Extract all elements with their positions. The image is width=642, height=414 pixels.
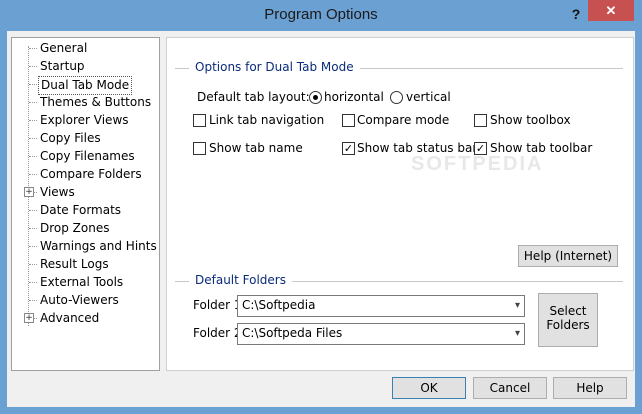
dual-tab-group-title: Options for Dual Tab Mode: [189, 60, 360, 74]
tree-connector: [29, 120, 37, 121]
tree-item[interactable]: External Tools: [38, 274, 125, 291]
select-folders-line-1: Select: [549, 304, 587, 318]
show-tab-name-label[interactable]: Show tab name: [209, 141, 303, 155]
expand-icon[interactable]: +: [24, 187, 34, 197]
vertical-radio-label[interactable]: vertical: [406, 90, 451, 104]
chevron-down-icon[interactable]: ▾: [515, 300, 520, 311]
program-options-window: Program Options ? ✕ General Startup Dual T…: [0, 0, 642, 414]
tree-item[interactable]: Compare Folders: [38, 166, 144, 183]
tree-item[interactable]: Auto-Viewers: [38, 292, 121, 309]
options-tree[interactable]: General Startup Dual Tab Mode Themes & Butt…: [11, 37, 160, 371]
window-title: Program Options: [264, 6, 378, 23]
show-tab-name-checkbox[interactable]: [193, 142, 206, 155]
show-toolbox-label[interactable]: Show toolbox: [490, 113, 571, 127]
chevron-down-icon[interactable]: ▾: [515, 328, 520, 339]
horizontal-radio[interactable]: [309, 91, 322, 104]
tree-item[interactable]: General: [38, 40, 89, 57]
vertical-radio[interactable]: [390, 91, 403, 104]
tree-connector: [29, 264, 37, 265]
tree-item[interactable]: Copy Files: [38, 130, 103, 147]
folder-2-combobox[interactable]: C:\Softpeda Files ▾: [237, 323, 525, 345]
tree-connector: [29, 228, 37, 229]
tree-connector: [29, 66, 37, 67]
show-tab-status-bar-checkbox[interactable]: ✓: [342, 142, 355, 155]
folder-1-value: C:\Softpedia: [242, 298, 316, 312]
link-tab-navigation-checkbox[interactable]: [193, 114, 206, 127]
help-icon[interactable]: ?: [566, 4, 586, 24]
window-frame-left: [0, 31, 7, 414]
tree-item[interactable]: Drop Zones: [38, 220, 112, 237]
tree-connector: [29, 300, 37, 301]
horizontal-radio-label[interactable]: horizontal: [324, 90, 384, 104]
tree-item[interactable]: Views: [38, 184, 77, 201]
close-icon[interactable]: ✕: [588, 0, 634, 21]
window-frame-bottom: [0, 407, 642, 414]
options-panel: Options for Dual Tab Mode Default tab la…: [166, 37, 634, 371]
tree-item[interactable]: Copy Filenames: [38, 148, 137, 165]
tree-connector: [29, 156, 37, 157]
tree-connector: [29, 48, 37, 49]
title-bar[interactable]: Program Options ? ✕: [0, 0, 642, 31]
select-folders-button[interactable]: Select Folders: [538, 293, 598, 347]
folder-1-combobox[interactable]: C:\Softpedia ▾: [237, 295, 525, 317]
tree-item[interactable]: Explorer Views: [38, 112, 131, 129]
select-folders-line-2: Folders: [546, 318, 590, 332]
compare-mode-label[interactable]: Compare mode: [357, 113, 449, 127]
layout-label: Default tab layout:: [197, 90, 310, 104]
help-internet-button[interactable]: Help (Internet): [518, 245, 618, 267]
tree-connector: [29, 246, 37, 247]
tree-item[interactable]: Startup: [38, 58, 87, 75]
folder-2-value: C:\Softpeda Files: [242, 326, 343, 340]
ok-button[interactable]: OK: [392, 377, 466, 399]
tree-connector-line: [28, 46, 30, 326]
default-folders-group-title: Default Folders: [189, 273, 292, 287]
tree-connector: [29, 210, 37, 211]
tree-connector: [29, 84, 37, 85]
cancel-button[interactable]: Cancel: [473, 377, 547, 399]
window-frame-right: [635, 31, 642, 414]
tree-connector: [29, 138, 37, 139]
tree-item[interactable]: Warnings and Hints: [38, 238, 159, 255]
tree-item[interactable]: Date Formats: [38, 202, 123, 219]
tree-connector: [29, 174, 37, 175]
tree-item[interactable]: Result Logs: [38, 256, 111, 273]
tree-item[interactable]: Themes & Buttons: [38, 94, 153, 111]
tree-connector: [29, 282, 37, 283]
expand-icon[interactable]: +: [24, 313, 34, 323]
link-tab-navigation-label[interactable]: Link tab navigation: [209, 113, 324, 127]
softpedia-watermark: SOFTPEDIA: [411, 153, 544, 175]
tree-item[interactable]: Advanced: [38, 310, 101, 327]
help-button[interactable]: Help: [553, 377, 627, 399]
tree-connector: [29, 102, 37, 103]
compare-mode-checkbox[interactable]: [342, 114, 355, 127]
tree-item[interactable]: Dual Tab Mode: [38, 76, 133, 95]
show-toolbox-checkbox[interactable]: [474, 114, 487, 127]
